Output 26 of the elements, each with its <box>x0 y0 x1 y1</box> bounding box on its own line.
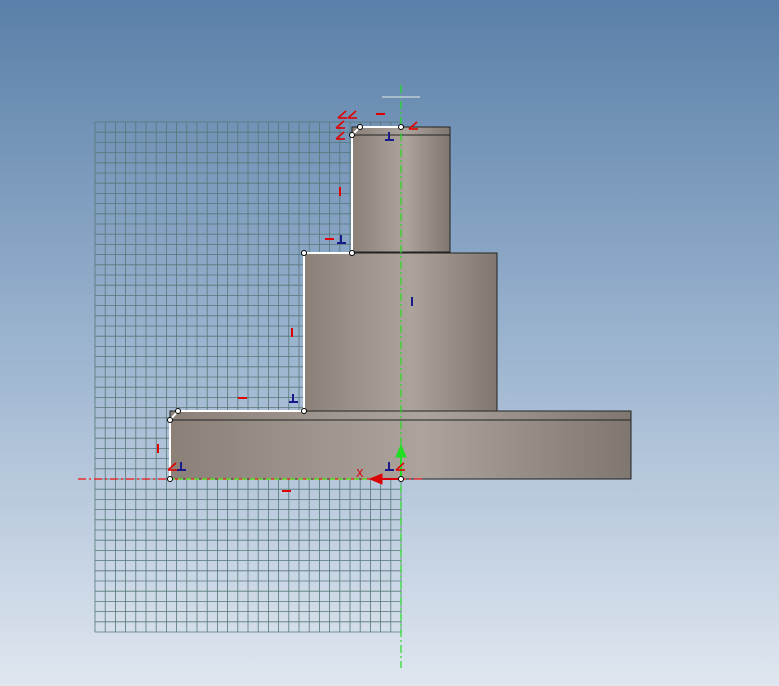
sketch-point <box>175 408 181 414</box>
tangent-constraint-icon <box>395 462 405 471</box>
tangent-constraint-icon <box>335 131 345 140</box>
sketch-point <box>398 124 404 130</box>
tangent-constraint-icon <box>408 121 418 130</box>
perpendicular-constraint-icon <box>177 462 186 471</box>
sketch-point <box>167 476 173 482</box>
sketch-point <box>398 476 404 482</box>
sketch-point <box>301 408 307 414</box>
sketch-point <box>357 124 363 130</box>
tangent-constraint-icon <box>167 462 177 471</box>
tangent-constraint-icon <box>335 120 345 129</box>
tangent-constraint-icon <box>347 110 357 119</box>
x-direction-arrow <box>368 473 401 485</box>
axis-label: X <box>356 467 364 480</box>
perpendicular-constraint-icon <box>385 462 394 471</box>
tangent-constraint-icon <box>337 110 347 119</box>
perpendicular-constraint-icon <box>289 394 298 403</box>
sketch-point <box>349 132 355 138</box>
sketch-point <box>301 250 307 256</box>
crosshair-line <box>382 96 420 98</box>
perpendicular-constraint-icon <box>385 132 394 141</box>
y-direction-arrow <box>395 444 407 479</box>
sketch-point <box>167 417 173 423</box>
perpendicular-constraint-icon <box>337 235 346 244</box>
sketch-point <box>349 250 355 256</box>
